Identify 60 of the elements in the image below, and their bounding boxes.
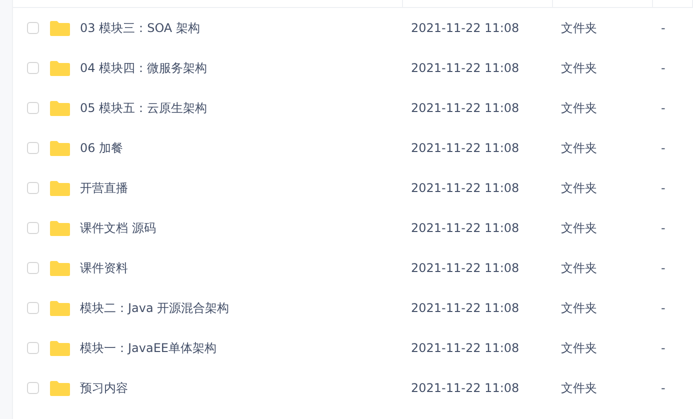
checkbox[interactable] (27, 62, 39, 74)
checkbox[interactable] (27, 342, 39, 354)
folder-icon (50, 140, 70, 156)
file-type: 文件夹 (561, 100, 598, 116)
folder-icon (50, 60, 70, 76)
file-type: 文件夹 (561, 220, 598, 236)
checkbox[interactable] (27, 262, 39, 274)
file-size: - (661, 340, 666, 356)
checkbox[interactable] (27, 22, 39, 34)
modified-date: 2021-11-22 11:08 (411, 60, 520, 76)
modified-date: 2021-11-22 11:08 (411, 340, 520, 356)
file-type: 文件夹 (561, 380, 598, 396)
file-type: 文件夹 (561, 300, 598, 316)
file-name[interactable]: 模块二：Java 开源混合架构 (80, 300, 230, 316)
checkbox[interactable] (27, 182, 39, 194)
checkbox[interactable] (27, 102, 39, 114)
file-size: - (661, 260, 666, 276)
checkbox[interactable] (27, 302, 39, 314)
modified-date: 2021-11-22 11:08 (411, 20, 520, 36)
file-type: 文件夹 (561, 20, 598, 36)
file-name[interactable]: 模块一：JavaEE单体架构 (80, 340, 217, 356)
file-type: 文件夹 (561, 140, 598, 156)
checkbox[interactable] (27, 142, 39, 154)
checkbox[interactable] (27, 222, 39, 234)
file-type: 文件夹 (561, 340, 598, 356)
file-name[interactable]: 04 模块四：微服务架构 (80, 60, 208, 76)
file-name[interactable]: 05 模块五：云原生架构 (80, 100, 208, 116)
file-type: 文件夹 (561, 180, 598, 196)
folder-icon (50, 20, 70, 36)
file-size: - (661, 20, 666, 36)
folder-icon (50, 100, 70, 116)
file-name[interactable]: 03 模块三：SOA 架构 (80, 20, 200, 36)
modified-date: 2021-11-22 11:08 (411, 220, 520, 236)
modified-date: 2021-11-22 11:08 (411, 300, 520, 316)
modified-date: 2021-11-22 11:08 (411, 180, 520, 196)
file-size: - (661, 220, 666, 236)
file-size: - (661, 380, 666, 396)
modified-date: 2021-11-22 11:08 (411, 260, 520, 276)
file-name[interactable]: 课件文档 源码 (80, 220, 156, 236)
folder-icon (50, 260, 70, 276)
modified-date: 2021-11-22 11:08 (411, 380, 520, 396)
folder-icon (50, 220, 70, 236)
folder-icon (50, 380, 70, 396)
modified-date: 2021-11-22 11:08 (411, 100, 520, 116)
file-size: - (661, 180, 666, 196)
folder-icon (50, 180, 70, 196)
file-name[interactable]: 开营直播 (80, 180, 128, 196)
file-type: 文件夹 (561, 60, 598, 76)
file-size: - (661, 300, 666, 316)
file-size: - (661, 100, 666, 116)
file-name[interactable]: 06 加餐 (80, 140, 124, 156)
file-name[interactable]: 课件资料 (80, 260, 128, 276)
modified-date: 2021-11-22 11:08 (411, 140, 520, 156)
file-name[interactable]: 预习内容 (80, 380, 128, 396)
file-size: - (661, 140, 666, 156)
folder-icon (50, 300, 70, 316)
checkbox[interactable] (27, 382, 39, 394)
file-type: 文件夹 (561, 260, 598, 276)
folder-icon (50, 340, 70, 356)
file-size: - (661, 60, 666, 76)
